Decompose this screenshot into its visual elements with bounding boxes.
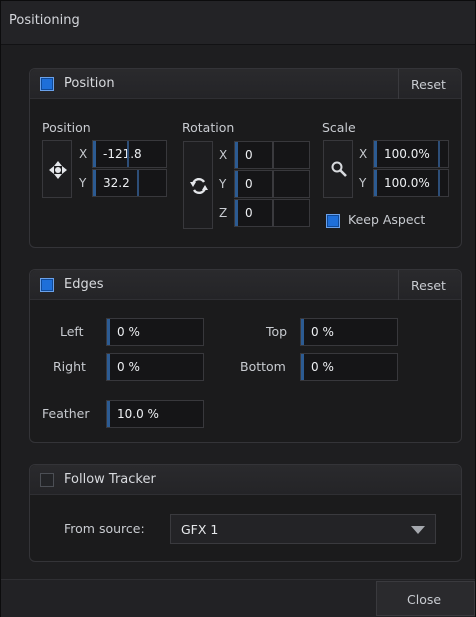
- window-title: Positioning: [9, 13, 80, 28]
- feather-label: Feather: [42, 406, 90, 421]
- tracker-panel-title: Follow Tracker: [64, 472, 156, 487]
- scale-y-field[interactable]: 100.0%: [373, 169, 449, 197]
- edges-enable-checkbox[interactable]: [40, 278, 54, 292]
- rotation-y-axis: Y: [219, 177, 227, 191]
- left-label: Left: [60, 324, 84, 339]
- position-panel: Position Reset Position X -121.8 Y 32.2 …: [29, 68, 462, 248]
- rotation-y-slider-mark: [272, 171, 274, 197]
- rotation-z-field[interactable]: 0: [234, 199, 310, 227]
- chevron-down-icon: [411, 526, 425, 534]
- keep-aspect-checkbox[interactable]: [326, 214, 340, 228]
- top-value: 0 %: [311, 325, 334, 339]
- rotation-y-field[interactable]: 0: [234, 170, 310, 198]
- title-bar: Positioning: [1, 1, 475, 45]
- edges-panel: Edges Reset Left 0 % Top 0 % Right 0 % B…: [29, 269, 462, 443]
- scale-y-value: 100.0%: [384, 176, 430, 190]
- rotation-z-slider-mark: [272, 200, 274, 226]
- edges-reset-button[interactable]: Reset: [398, 270, 461, 300]
- position-panel-title: Position: [64, 76, 115, 91]
- scale-x-value: 100.0%: [384, 147, 430, 161]
- scale-drag-handle[interactable]: [323, 140, 353, 198]
- top-field[interactable]: 0 %: [300, 318, 398, 346]
- feather-value: 10.0 %: [117, 407, 159, 421]
- position-y-axis: Y: [79, 176, 87, 190]
- position-x-field[interactable]: -121.8: [92, 140, 167, 168]
- from-source-label: From source:: [64, 521, 145, 536]
- top-label: Top: [266, 324, 288, 339]
- position-y-field[interactable]: 32.2: [92, 169, 167, 197]
- position-enable-checkbox[interactable]: [40, 77, 54, 91]
- source-value: GFX 1: [181, 522, 219, 537]
- bottom-label: Bottom: [240, 359, 286, 374]
- position-reset-button[interactable]: Reset: [398, 69, 461, 99]
- position-y-value: 32.2: [103, 176, 130, 190]
- bottom-value: 0 %: [311, 360, 334, 374]
- left-value: 0 %: [117, 325, 140, 339]
- rotation-y-value: 0: [245, 177, 253, 191]
- rotation-group-label: Rotation: [182, 120, 235, 135]
- right-label: Right: [53, 359, 86, 374]
- positioning-dialog: Positioning Position Reset Position X -1…: [0, 0, 476, 617]
- scale-x-field[interactable]: 100.0%: [373, 140, 449, 168]
- rotation-x-axis: X: [219, 148, 228, 162]
- rotation-x-slider-mark: [272, 142, 274, 168]
- rotate-icon: [190, 177, 208, 195]
- scale-x-axis: X: [359, 147, 368, 161]
- rotation-z-value: 0: [245, 206, 253, 220]
- tracker-panel-header: Follow Tracker: [30, 465, 461, 495]
- scale-x-slider-mark: [438, 141, 440, 167]
- edges-panel-title: Edges: [64, 277, 104, 292]
- tracker-enable-checkbox[interactable]: [40, 473, 54, 487]
- scale-y-axis: Y: [359, 176, 367, 190]
- scale-group-label: Scale: [322, 120, 356, 135]
- tracker-panel: Follow Tracker From source: GFX 1: [29, 464, 462, 562]
- move-arrows-icon: [49, 161, 67, 179]
- rotation-drag-handle[interactable]: [183, 141, 213, 229]
- keep-aspect-label: Keep Aspect: [348, 212, 426, 227]
- source-dropdown[interactable]: GFX 1: [170, 514, 436, 544]
- position-panel-header: Position Reset: [30, 69, 461, 99]
- position-x-axis: X: [79, 147, 88, 161]
- left-field[interactable]: 0 %: [106, 318, 204, 346]
- position-y-slider-mark: [137, 170, 139, 196]
- right-value: 0 %: [117, 360, 140, 374]
- close-button[interactable]: Close: [376, 581, 475, 616]
- position-drag-handle[interactable]: [42, 140, 72, 198]
- right-field[interactable]: 0 %: [106, 353, 204, 381]
- position-x-value: -121.8: [103, 147, 142, 161]
- position-x-slider-mark: [127, 141, 129, 167]
- magnifier-icon: [331, 161, 347, 177]
- scale-y-slider-mark: [438, 170, 440, 196]
- position-group-label: Position: [42, 120, 91, 135]
- bottom-field[interactable]: 0 %: [300, 353, 398, 381]
- feather-field[interactable]: 10.0 %: [106, 400, 204, 428]
- edges-panel-header: Edges Reset: [30, 270, 461, 300]
- rotation-z-axis: Z: [219, 206, 228, 220]
- rotation-x-value: 0: [245, 148, 253, 162]
- rotation-x-field[interactable]: 0: [234, 141, 310, 169]
